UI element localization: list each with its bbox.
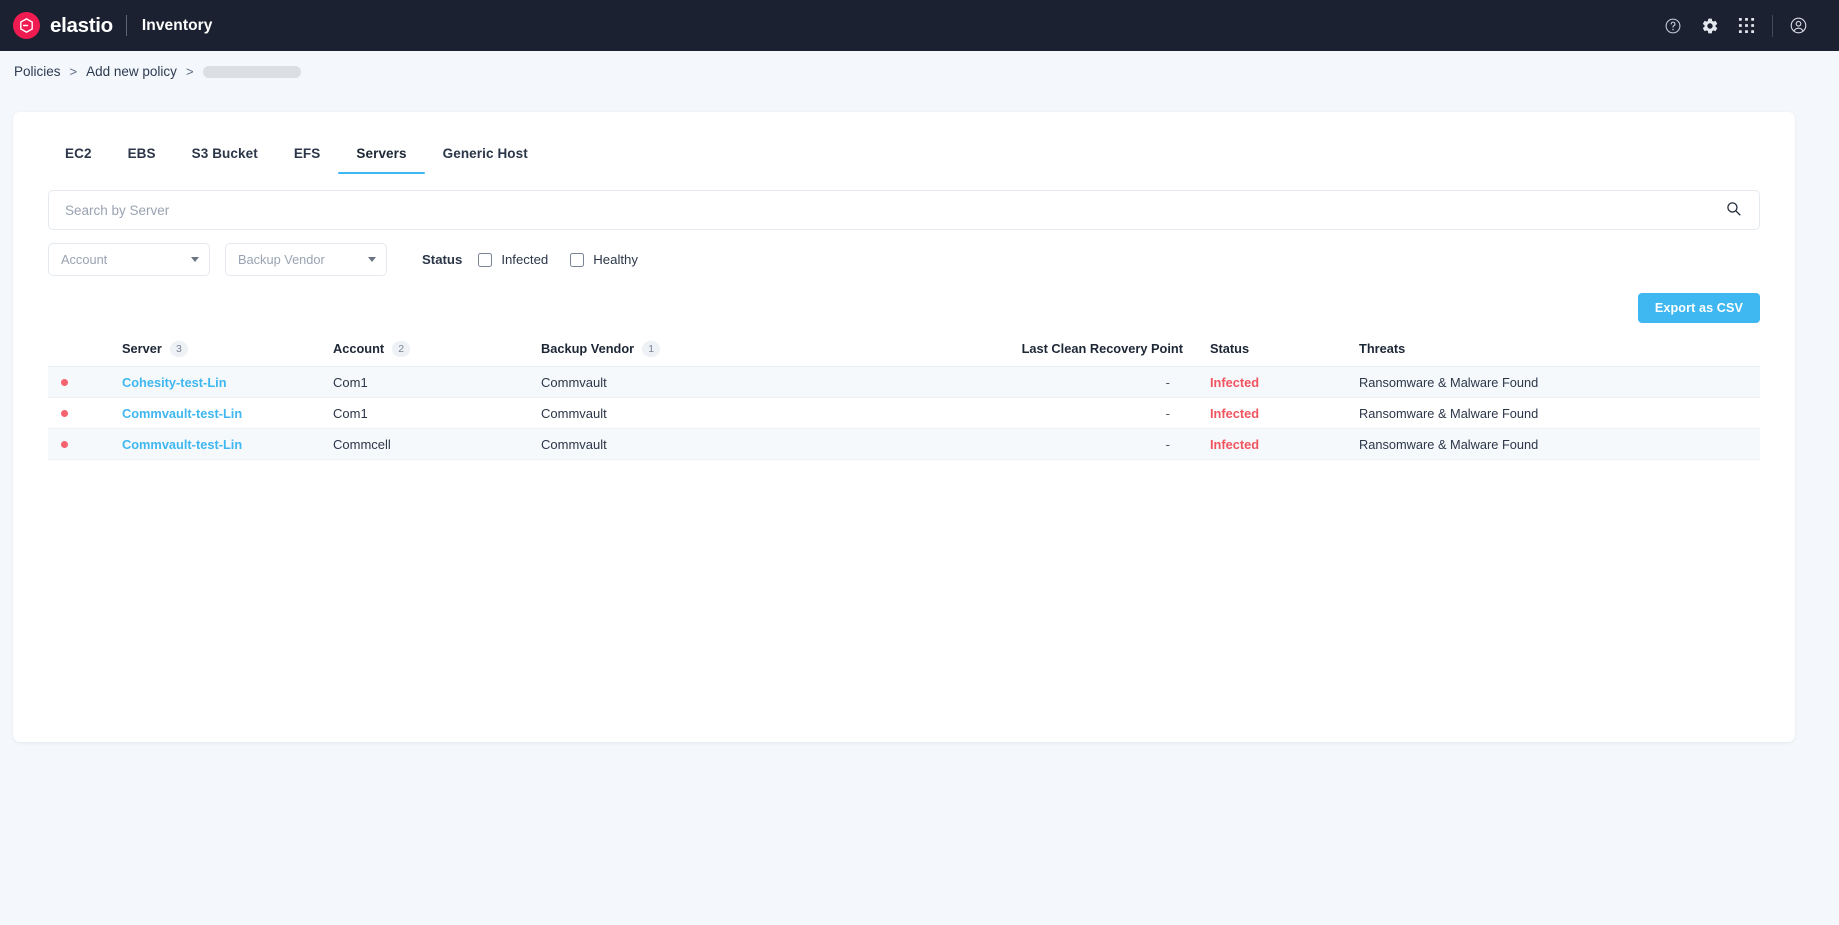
cell-backup-vendor: Commvault [541, 405, 607, 421]
row-status-indicator [48, 378, 122, 386]
tab-s3-bucket[interactable]: S3 Bucket [174, 146, 276, 174]
checkbox-infected[interactable]: Infected [478, 252, 548, 267]
row-status-indicator [48, 440, 122, 448]
cell-account: Com1 [333, 374, 368, 390]
chevron-down-icon [368, 257, 376, 262]
brand-divider [125, 15, 127, 36]
cell-backup-vendor: Commvault [541, 374, 607, 390]
gear-icon [1701, 17, 1719, 35]
tab-efs[interactable]: EFS [276, 146, 339, 174]
tab-generic-host[interactable]: Generic Host [425, 146, 546, 174]
infected-dot-icon [61, 409, 68, 417]
column-header-last-clean-recovery-point[interactable]: Last Clean Recovery Point [993, 341, 1183, 356]
checkbox-healthy-label: Healthy [593, 252, 638, 267]
checkbox-infected-label: Infected [501, 252, 549, 267]
export-as-csv-button[interactable]: Export as CSV [1637, 293, 1760, 323]
column-header-backup-vendor-count: 1 [642, 340, 661, 357]
elastio-logo-icon [13, 12, 40, 39]
cell-server: Commvault-test-Lin [122, 406, 333, 421]
tab-servers[interactable]: Servers [338, 146, 425, 174]
servers-table: Server 3 Account 2 Backup Vendor 1 Last … [48, 340, 1760, 460]
cell-server: Commvault-test-Lin [122, 437, 333, 452]
settings-button[interactable] [1691, 7, 1728, 44]
search-icon [1725, 200, 1742, 220]
status-badge: Infected [1210, 374, 1260, 390]
infected-dot-icon [61, 378, 68, 386]
app-title: Inventory [141, 16, 213, 34]
cell-status: Infected [1183, 437, 1338, 452]
cell-threats: Ransomware & Malware Found [1359, 436, 1539, 452]
column-header-backup-vendor-label: Backup Vendor [541, 341, 635, 356]
resource-type-tabs: EC2 EBS S3 Bucket EFS Servers Generic Ho… [13, 112, 1795, 174]
column-header-status[interactable]: Status [1183, 341, 1338, 356]
cell-backup-vendor: Commvault [541, 436, 607, 452]
status-badge: Infected [1210, 436, 1260, 452]
server-link[interactable]: Cohesity-test-Lin [122, 375, 227, 390]
top-navigation-bar: elastio Inventory [0, 0, 1839, 51]
column-header-server-count: 3 [169, 340, 188, 357]
cell-account: Com1 [333, 405, 368, 421]
search-bar[interactable] [48, 190, 1760, 230]
brand-logo[interactable]: elastio [13, 12, 113, 39]
column-header-account-count: 2 [392, 340, 411, 357]
server-link[interactable]: Commvault-test-Lin [122, 437, 242, 452]
breadcrumb: Policies > Add new policy > [0, 51, 1839, 92]
chevron-down-icon [191, 257, 199, 262]
checkbox-healthy[interactable]: Healthy [570, 252, 638, 267]
server-link[interactable]: Commvault-test-Lin [122, 406, 242, 421]
tab-ec2[interactable]: EC2 [47, 146, 110, 174]
table-header-row: Server 3 Account 2 Backup Vendor 1 Last … [48, 340, 1760, 367]
breadcrumb-separator: > [69, 64, 78, 79]
help-button[interactable] [1654, 7, 1691, 44]
filter-bar: Account Backup Vendor Status Infected He… [48, 243, 1760, 276]
column-header-account-label: Account [333, 341, 385, 356]
table-row[interactable]: Commvault-test-Lin Commcell Commvault - … [48, 429, 1760, 460]
backup-vendor-filter-select[interactable]: Backup Vendor [225, 243, 387, 276]
account-filter-select[interactable]: Account [48, 243, 210, 276]
brand-name: elastio [50, 13, 113, 37]
status-badge: Infected [1210, 405, 1260, 421]
cell-status: Infected [1183, 406, 1338, 421]
cell-last-clean-recovery-point: - [1165, 405, 1170, 421]
help-icon [1664, 17, 1682, 35]
topbar-divider [1772, 14, 1773, 37]
account-button[interactable] [1780, 7, 1817, 44]
table-row[interactable]: Cohesity-test-Lin Com1 Commvault - Infec… [48, 367, 1760, 398]
column-header-server[interactable]: Server 3 [122, 340, 333, 357]
cell-account: Commcell [333, 436, 391, 452]
column-header-threats[interactable]: Threats [1338, 341, 1760, 356]
export-row: Export as CSV [13, 276, 1795, 323]
breadcrumb-item-policies[interactable]: Policies [14, 64, 61, 79]
apps-button[interactable] [1728, 7, 1765, 44]
cell-last-clean-recovery-point: - [1165, 436, 1170, 452]
column-header-backup-vendor[interactable]: Backup Vendor 1 [541, 340, 993, 357]
breadcrumb-item-add-new-policy[interactable]: Add new policy [86, 64, 177, 79]
breadcrumb-loading-skeleton [202, 65, 301, 78]
column-header-account[interactable]: Account 2 [333, 340, 541, 357]
cell-last-clean-recovery-point: - [1165, 374, 1170, 390]
account-filter-label: Account [61, 252, 108, 267]
infected-dot-icon [61, 440, 68, 448]
topbar-actions [1654, 7, 1817, 44]
row-status-indicator [48, 409, 122, 417]
checkbox-infected-box[interactable] [478, 252, 493, 267]
cell-status: Infected [1183, 375, 1338, 390]
cell-threats: Ransomware & Malware Found [1359, 405, 1539, 421]
search-button[interactable] [1721, 198, 1745, 222]
backup-vendor-filter-label: Backup Vendor [238, 252, 325, 267]
apps-grid-icon [1738, 17, 1755, 34]
table-row[interactable]: Commvault-test-Lin Com1 Commvault - Infe… [48, 398, 1760, 429]
status-filter-label: Status [422, 252, 463, 267]
breadcrumb-separator: > [185, 64, 194, 79]
search-input[interactable] [65, 202, 1721, 218]
inventory-card: EC2 EBS S3 Bucket EFS Servers Generic Ho… [13, 112, 1795, 742]
cell-threats: Ransomware & Malware Found [1359, 374, 1539, 390]
column-header-server-label: Server [122, 341, 162, 356]
account-icon [1789, 16, 1808, 35]
checkbox-healthy-box[interactable] [570, 252, 585, 267]
cell-server: Cohesity-test-Lin [122, 375, 333, 390]
tab-ebs[interactable]: EBS [110, 146, 174, 174]
